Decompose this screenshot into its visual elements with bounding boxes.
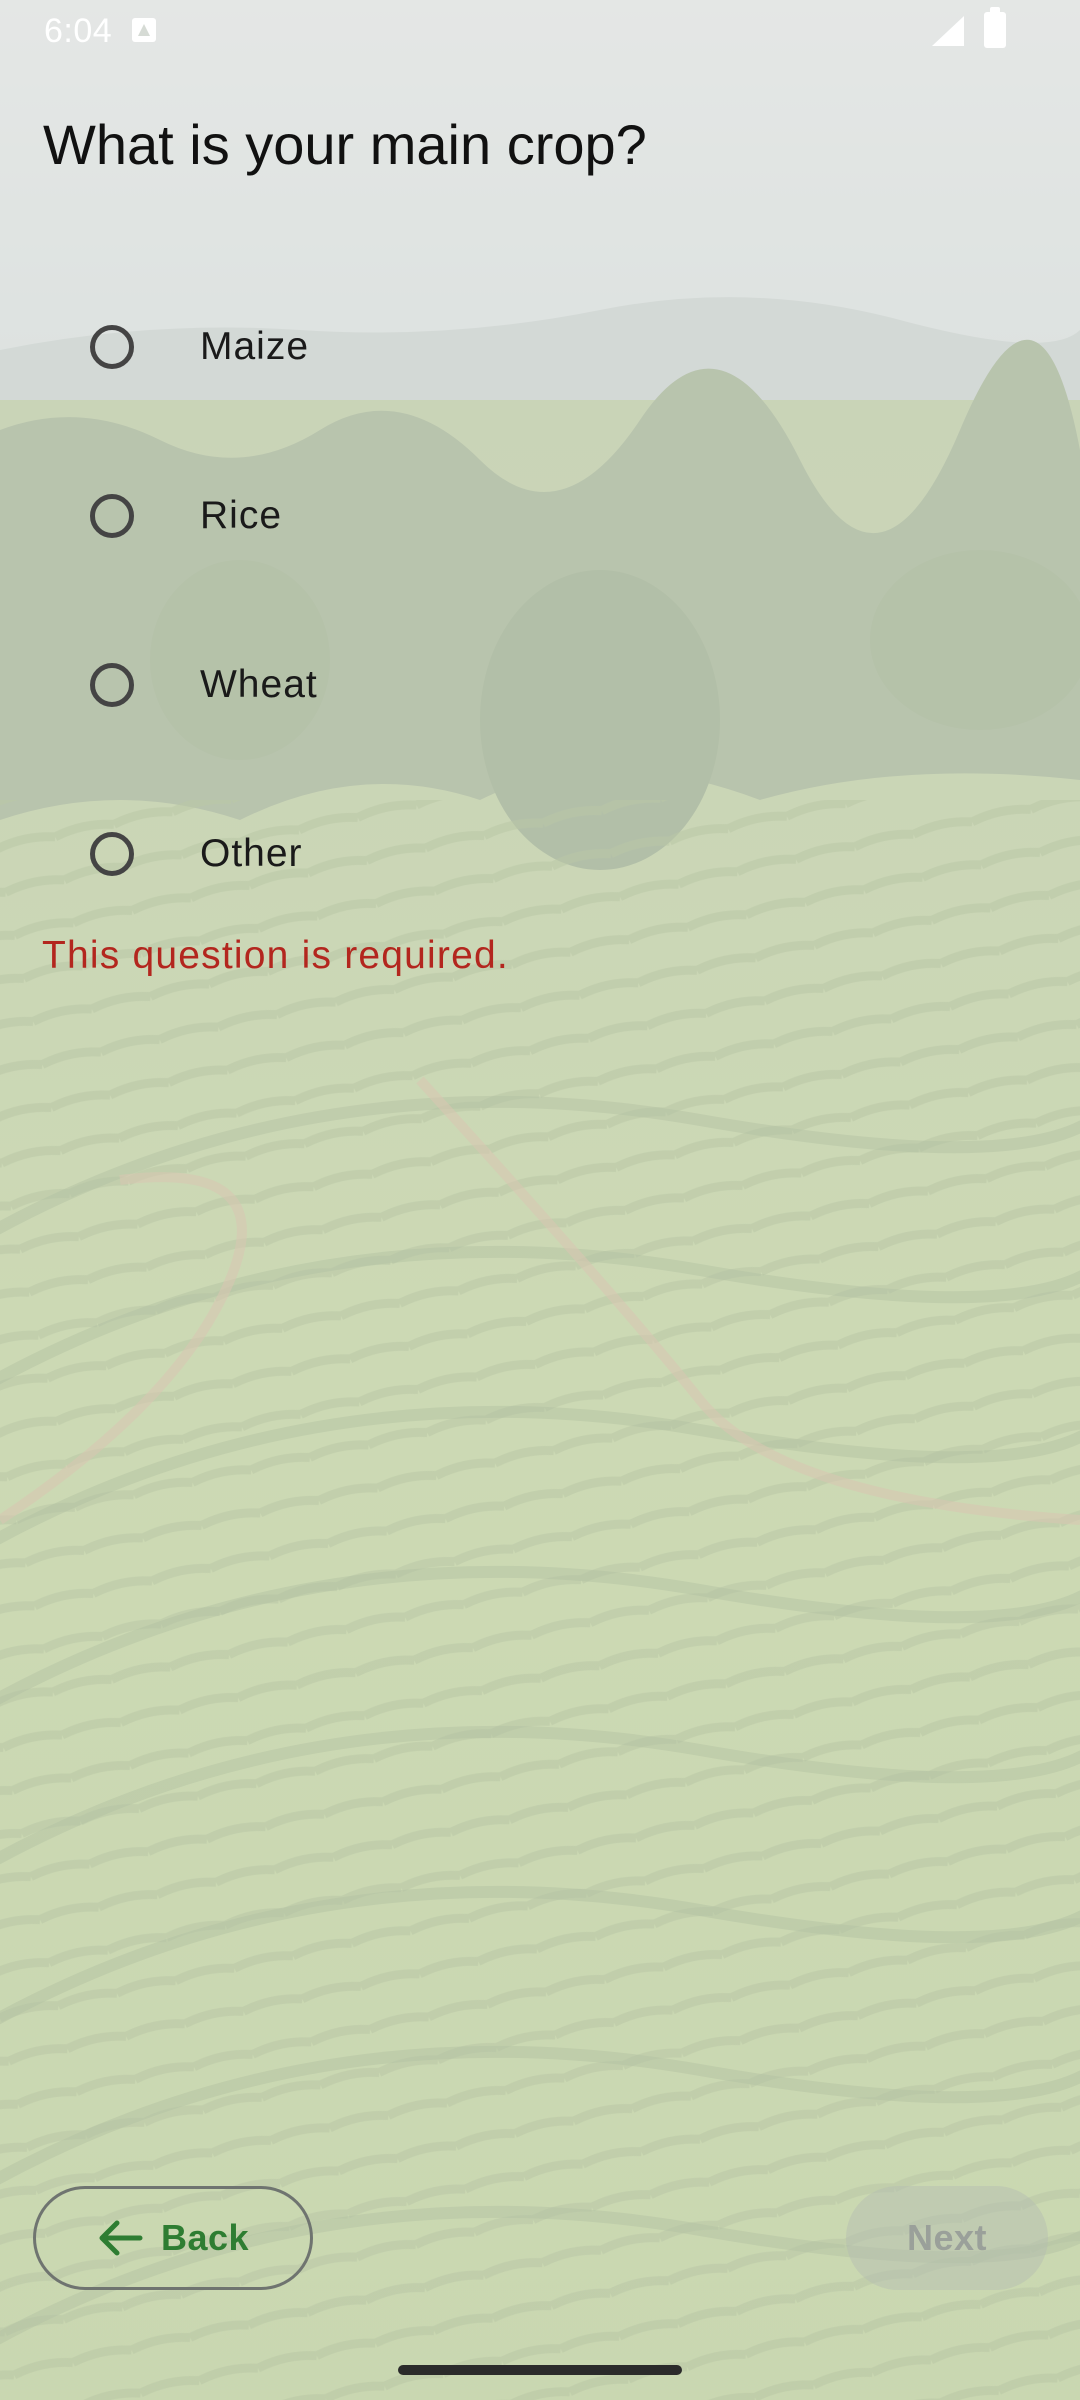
option-label: Wheat <box>200 662 318 706</box>
validation-error-message: This question is required. <box>42 934 509 977</box>
option-maize[interactable]: Maize <box>0 262 1080 431</box>
radio-button[interactable] <box>90 662 134 707</box>
option-label: Rice <box>200 493 283 537</box>
options-radio-group: Maize Rice Wheat Other <box>0 262 1080 938</box>
survey-question-screen: What is your main crop? Maize Rice Wheat… <box>0 0 1080 2400</box>
home-indicator[interactable] <box>398 2365 682 2375</box>
next-button-label: Next <box>906 2217 988 2258</box>
option-label: Maize <box>200 324 310 368</box>
option-wheat[interactable]: Wheat <box>0 600 1080 769</box>
radio-button[interactable] <box>90 324 134 369</box>
option-rice[interactable]: Rice <box>0 431 1080 600</box>
back-button[interactable]: Back <box>33 2186 313 2290</box>
question-title: What is your main crop? <box>43 113 647 176</box>
status-bar: 6:04 <box>0 0 1080 64</box>
status-time: 6:04 <box>44 12 113 50</box>
option-other[interactable]: Other <box>0 769 1080 938</box>
back-button-label: Back <box>160 2217 250 2258</box>
option-label: Other <box>200 831 303 875</box>
notification-icon <box>132 18 156 42</box>
signal-icon <box>932 16 964 46</box>
radio-button[interactable] <box>90 493 134 538</box>
arrow-left-icon <box>99 2220 143 2256</box>
battery-icon <box>984 7 1006 48</box>
radio-button[interactable] <box>90 831 134 876</box>
next-button[interactable]: Next <box>846 2186 1048 2290</box>
